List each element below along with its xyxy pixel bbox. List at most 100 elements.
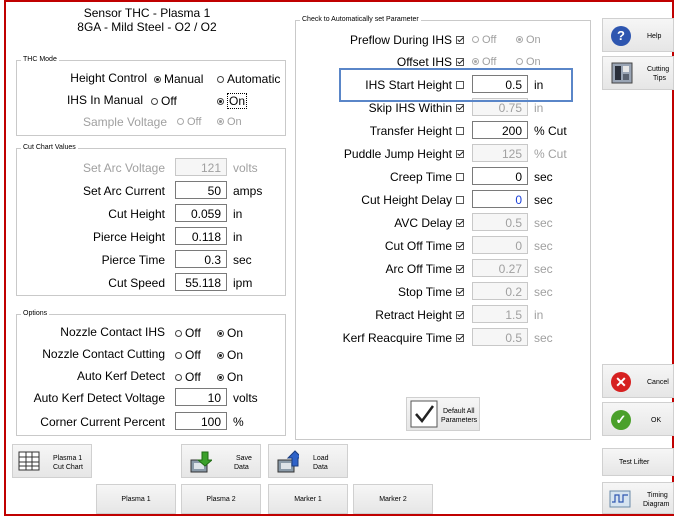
pierce-time-unit: sec: [233, 253, 252, 267]
auto-kerf-off-radio[interactable]: Off: [175, 370, 201, 384]
stop-time-checkbox[interactable]: [456, 288, 464, 296]
avc-delay-input[interactable]: 0.5: [472, 213, 528, 231]
set-arc-current-input[interactable]: 50: [175, 181, 227, 199]
default-all-line2: Parameters: [441, 417, 478, 424]
radio-label: Automatic: [227, 72, 281, 86]
cut-off-time-input[interactable]: 0: [472, 236, 528, 254]
pierce-time-input[interactable]: 0.3: [175, 250, 227, 268]
cut-height-delay-checkbox[interactable]: [456, 196, 464, 204]
corner-current-unit: %: [233, 415, 244, 429]
cut-speed-input[interactable]: 55.118: [175, 273, 227, 291]
tab-marker-1[interactable]: Marker 1: [268, 484, 348, 514]
radio-selected-icon: [217, 98, 224, 105]
auto-kerf-voltage-input[interactable]: 10: [175, 388, 227, 406]
radio-label: On: [227, 370, 244, 384]
cut-height-input[interactable]: 0.059: [175, 204, 227, 222]
plasma-header: Sensor THC - Plasma 1 8GA - Mild Steel -…: [12, 6, 282, 42]
creep-time-input[interactable]: 0: [472, 167, 528, 185]
stop-time-input[interactable]: 0.2: [472, 282, 528, 300]
set-arc-current-label: Set Arc Current: [82, 184, 165, 198]
help-icon: ?: [611, 26, 631, 46]
preflow-checkbox[interactable]: [456, 36, 464, 44]
cut-height-unit: in: [233, 207, 243, 221]
header-title: Sensor THC - Plasma 1: [83, 6, 211, 20]
puddle-jump-height-checkbox[interactable]: [456, 150, 464, 158]
offset-ihs-text: Offset IHS: [396, 55, 452, 69]
retract-height-label: Retract Height: [296, 308, 464, 322]
offset-ihs-on-radio[interactable]: On: [516, 56, 541, 68]
kerf-reacquire-checkbox[interactable]: [456, 334, 464, 342]
radio-selected-icon: [217, 374, 224, 381]
creep-time-checkbox[interactable]: [456, 173, 464, 181]
nozzle-contact-ihs-label: Nozzle Contact IHS: [60, 325, 165, 339]
plasma-cut-chart-button[interactable]: Plasma 1 Cut Chart: [12, 444, 92, 478]
avc-delay-label: AVC Delay: [296, 216, 464, 230]
tab-marker-2[interactable]: Marker 2: [353, 484, 433, 514]
help-label: Help: [647, 33, 662, 40]
arc-off-time-input[interactable]: 0.27: [472, 259, 528, 277]
pierce-time-label: Pierce Time: [101, 253, 165, 267]
skip-ihs-within-checkbox[interactable]: [456, 104, 464, 112]
height-control-manual-radio[interactable]: Manual: [154, 72, 203, 86]
preflow-on-radio[interactable]: On: [516, 34, 541, 46]
preflow-text: Preflow During IHS: [349, 33, 452, 47]
cut-height-delay-label: Cut Height Delay: [296, 193, 464, 207]
test-lifter-button[interactable]: Test Lifter: [602, 448, 674, 476]
window-frame: Sensor THC - Plasma 1 8GA - Mild Steel -…: [4, 0, 674, 516]
nozzle-cutting-off-radio[interactable]: Off: [175, 348, 201, 362]
row-text: Skip IHS Within: [368, 101, 452, 115]
transfer-height-input[interactable]: 200: [472, 121, 528, 139]
transfer-height-label: Transfer Height: [296, 124, 464, 138]
arc-off-time-checkbox[interactable]: [456, 265, 464, 273]
set-arc-voltage-input[interactable]: 121: [175, 158, 227, 176]
radio-icon: [175, 352, 182, 359]
row-text: Retract Height: [375, 308, 452, 322]
sample-voltage-off-radio[interactable]: Off: [177, 116, 201, 128]
retract-height-checkbox[interactable]: [456, 311, 464, 319]
offset-ihs-checkbox[interactable]: [456, 58, 464, 66]
kerf-reacquire-input[interactable]: 0.5: [472, 328, 528, 346]
load-data-button[interactable]: Load Data: [268, 444, 348, 478]
avc-delay-checkbox[interactable]: [456, 219, 464, 227]
nozzle-contact-cutting-label: Nozzle Contact Cutting: [42, 347, 165, 361]
transfer-height-checkbox[interactable]: [456, 127, 464, 135]
ok-button[interactable]: ✓ OK: [602, 402, 674, 436]
sample-voltage-on-radio[interactable]: On: [217, 116, 242, 128]
nozzle-ihs-on-radio[interactable]: On: [217, 326, 243, 340]
cutting-tips-icon: [611, 62, 633, 84]
height-control-automatic-radio[interactable]: Automatic: [217, 72, 280, 86]
cancel-button[interactable]: ✕ Cancel: [602, 364, 674, 398]
load-icon: [277, 450, 299, 473]
arc-off-time-unit: sec: [534, 262, 553, 276]
options-group: Options Nozzle Contact IHS Off On Nozzle…: [16, 309, 286, 436]
cut-off-time-checkbox[interactable]: [456, 242, 464, 250]
ihs-manual-off-radio[interactable]: Off: [151, 94, 177, 108]
tab-marker-1-label: Marker 1: [294, 496, 322, 503]
save-data-button[interactable]: Save Data: [181, 444, 261, 478]
pierce-height-input[interactable]: 0.118: [175, 227, 227, 245]
nozzle-cutting-on-radio[interactable]: On: [217, 348, 243, 362]
preflow-off-radio[interactable]: Off: [472, 34, 496, 46]
tab-plasma-2[interactable]: Plasma 2: [181, 484, 261, 514]
tab-marker-2-label: Marker 2: [379, 496, 407, 503]
nozzle-ihs-off-radio[interactable]: Off: [175, 326, 201, 340]
ihs-manual-on-radio[interactable]: On: [217, 93, 248, 109]
radio-icon: [177, 118, 184, 125]
tab-plasma-1[interactable]: Plasma 1: [96, 484, 176, 514]
cutting-tips-button[interactable]: Cutting Tips: [602, 56, 674, 90]
cut-height-delay-input[interactable]: 0: [472, 190, 528, 208]
corner-current-input[interactable]: 100: [175, 412, 227, 430]
offset-ihs-off-radio[interactable]: Off: [472, 56, 496, 68]
puddle-jump-height-input[interactable]: 125: [472, 144, 528, 162]
auto-kerf-on-radio[interactable]: On: [217, 370, 243, 384]
radio-selected-icon: [217, 118, 224, 125]
creep-time-label: Creep Time: [296, 170, 464, 184]
row-text: Cut Height Delay: [361, 193, 452, 207]
radio-label: Off: [482, 56, 497, 68]
help-button[interactable]: ? Help: [602, 18, 674, 52]
retract-height-input[interactable]: 1.5: [472, 305, 528, 323]
tab-plasma-1-label: Plasma 1: [121, 496, 151, 503]
timing-diagram-button[interactable]: Timing Diagram: [602, 482, 674, 514]
default-all-button[interactable]: Default All Parameters: [406, 397, 480, 431]
radio-icon: [175, 330, 182, 337]
